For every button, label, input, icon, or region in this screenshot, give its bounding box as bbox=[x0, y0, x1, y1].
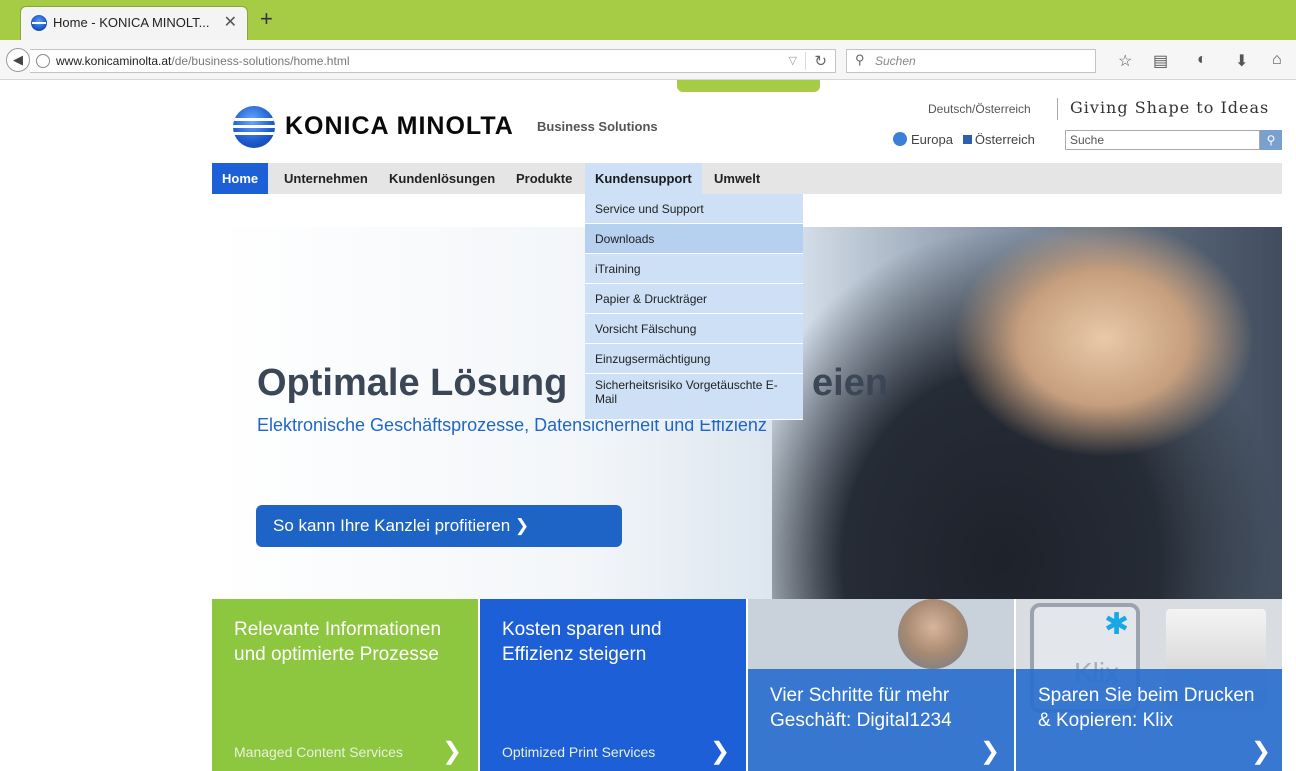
main-navigation: Home Unternehmen Kundenlösungen Produkte… bbox=[212, 163, 1282, 194]
tile-title: Sparen Sie beim Drucken & Kopieren: Klix bbox=[1038, 685, 1255, 731]
hero-cta-button[interactable]: So kann Ihre Kanzlei profitieren ❯ bbox=[256, 505, 622, 547]
home-icon[interactable]: ⌂ bbox=[1272, 51, 1282, 69]
nav-item-home[interactable]: Home bbox=[212, 163, 269, 194]
logo-text[interactable]: KONICA MINOLTA bbox=[285, 112, 514, 141]
reload-icon[interactable]: ↻ bbox=[805, 52, 827, 70]
browser-tab[interactable]: Home - KONICA MINOLT... ✕ bbox=[20, 6, 248, 40]
hero-title-tail: eien bbox=[812, 362, 889, 404]
nav-item-kundenloesungen[interactable]: Kundenlösungen bbox=[379, 163, 505, 194]
tile-link[interactable]: Optimized Print Services bbox=[502, 744, 655, 760]
url-bar[interactable]: www.konicaminolta.at/de/business-solutio… bbox=[30, 49, 836, 73]
asterisk-icon: ✱ bbox=[1104, 608, 1130, 641]
nav-item-unternehmen[interactable]: Unternehmen bbox=[274, 163, 378, 194]
tagline: Giving Shape to Ideas bbox=[1070, 98, 1270, 117]
language-selector[interactable]: Deutsch/Österreich bbox=[928, 102, 1031, 116]
nav-item-kundensupport[interactable]: Kundensupport bbox=[585, 163, 702, 194]
header-divider bbox=[1057, 98, 1058, 120]
header-tab-strip bbox=[677, 80, 820, 92]
tile-title: Relevante Informationen und optimierte P… bbox=[234, 619, 442, 665]
tile-optimized-print[interactable]: Kosten sparen und Effizienz steigern Opt… bbox=[480, 599, 746, 771]
browser-tabbar: Home - KONICA MINOLT... ✕ + bbox=[0, 0, 1296, 40]
konica-favicon-icon bbox=[31, 15, 47, 31]
search-placeholder: Suchen bbox=[875, 54, 916, 68]
chevron-right-icon[interactable]: ❯ bbox=[980, 737, 1000, 766]
hero-photo bbox=[772, 227, 1282, 599]
region-europa-link[interactable]: Europa bbox=[911, 132, 953, 147]
tile-digital1234[interactable]: Vier Schritte für mehr Geschäft: Digital… bbox=[748, 599, 1014, 771]
browser-search-input[interactable]: ⚲ Suchen bbox=[846, 49, 1096, 73]
pocket-icon[interactable]: ◐ bbox=[1197, 51, 1207, 69]
arrow-square-icon bbox=[962, 135, 972, 144]
tile-link[interactable]: Managed Content Services bbox=[234, 744, 403, 760]
dropdown-item-sicherheitsrisiko[interactable]: Sicherheitsrisiko Vorgetäuschte E-Mail bbox=[585, 374, 803, 420]
konica-minolta-globe-logo-icon[interactable] bbox=[233, 106, 275, 148]
tile-title: Vier Schritte für mehr Geschäft: Digital… bbox=[770, 685, 952, 731]
dropdown-item-itraining[interactable]: iTraining bbox=[585, 254, 803, 284]
tile-klix[interactable]: Klix ✱ Sparen Sie beim Drucken & Kopiere… bbox=[1016, 599, 1282, 771]
back-arrow-icon[interactable]: ◀ bbox=[6, 48, 30, 72]
chevron-right-icon[interactable]: ❯ bbox=[1251, 737, 1271, 766]
dropdown-item-papier[interactable]: Papier & Druckträger bbox=[585, 284, 803, 314]
nav-item-umwelt[interactable]: Umwelt bbox=[704, 163, 770, 194]
reading-list-icon[interactable]: ▤ bbox=[1153, 51, 1168, 71]
site-search-button[interactable]: ⚲ bbox=[1260, 130, 1282, 150]
search-icon: ⚲ bbox=[855, 52, 865, 67]
globe-icon bbox=[893, 132, 907, 146]
dropdown-arrow-icon[interactable]: ▽ bbox=[789, 54, 797, 67]
new-tab-button[interactable]: + bbox=[260, 6, 273, 32]
url-text: www.konicaminolta.at/de/business-solutio… bbox=[56, 54, 350, 68]
dropdown-item-service-support[interactable]: Service und Support bbox=[585, 194, 803, 224]
chevron-right-icon[interactable]: ❯ bbox=[442, 737, 462, 766]
download-icon[interactable]: ⬇ bbox=[1235, 51, 1248, 71]
business-solutions-label: Business Solutions bbox=[537, 119, 658, 134]
dropdown-item-downloads[interactable]: Downloads bbox=[585, 224, 803, 254]
close-tab-icon[interactable]: ✕ bbox=[224, 12, 237, 32]
tile-managed-content[interactable]: Relevante Informationen und optimierte P… bbox=[212, 599, 478, 771]
businessman-photo bbox=[898, 599, 968, 669]
kundensupport-dropdown: Service und Support Downloads iTraining … bbox=[585, 194, 803, 420]
site-search-input[interactable]: Suche bbox=[1065, 130, 1260, 150]
browser-navbar: ◀ www.konicaminolta.at/de/business-solut… bbox=[0, 40, 1296, 80]
region-country-link[interactable]: Österreich bbox=[975, 132, 1035, 147]
tab-title: Home - KONICA MINOLT... bbox=[53, 15, 210, 30]
nav-item-produkte[interactable]: Produkte bbox=[506, 163, 582, 194]
hero-title: Optimale Lösung bbox=[257, 362, 568, 404]
tile-title: Kosten sparen und Effizienz steigern bbox=[502, 619, 662, 665]
bookmark-star-icon[interactable]: ☆ bbox=[1118, 51, 1132, 71]
dropdown-item-vorsicht-faelschung[interactable]: Vorsicht Fälschung bbox=[585, 314, 803, 344]
chevron-right-icon[interactable]: ❯ bbox=[710, 737, 730, 766]
globe-icon bbox=[36, 54, 50, 68]
region-selector: Europa Österreich bbox=[893, 132, 1035, 147]
dropdown-item-einzugsermaechtigung[interactable]: Einzugsermächtigung bbox=[585, 344, 803, 374]
